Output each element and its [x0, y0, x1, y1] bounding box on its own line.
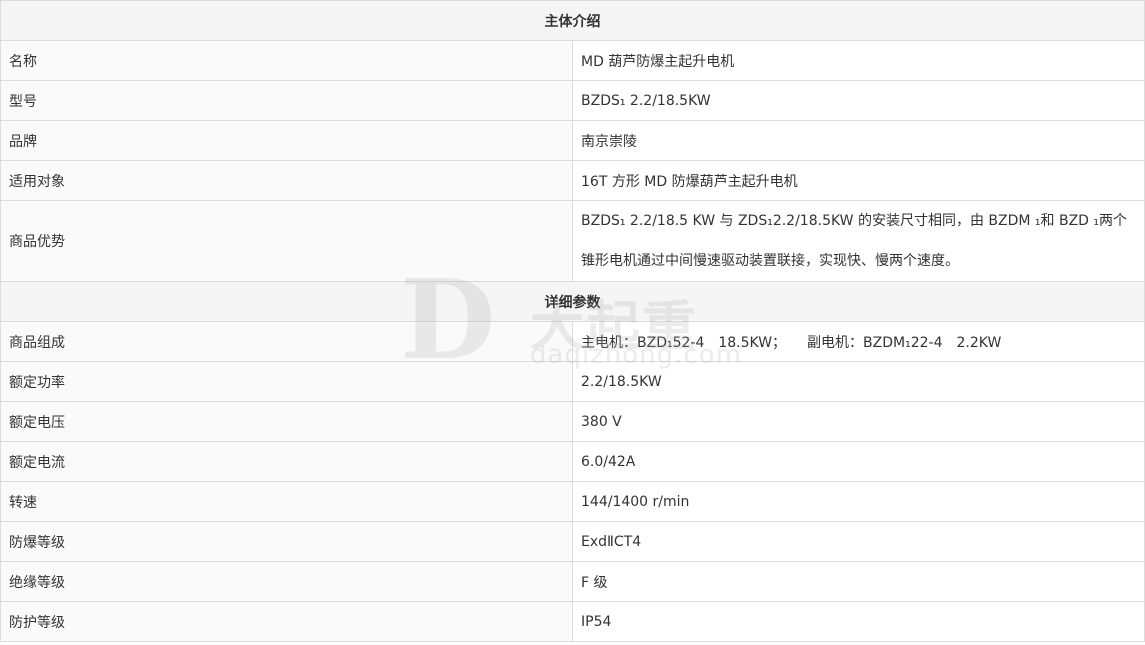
table-row: 商品优势 BZDS₁ 2.2/18.5 KW 与 ZDS₁2.2/18.5KW … [0, 200, 1145, 282]
advantage-text: BZDS₁ 2.2/18.5 KW 与 ZDS₁2.2/18.5KW 的安装尺寸… [581, 213, 1128, 269]
row-label: 绝缘等级 [0, 561, 573, 602]
row-label: 适用对象 [0, 160, 573, 201]
spec-table: 主体介绍 名称 MD 葫芦防爆主起升电机 型号 BZDS₁ 2.2/18.5KW… [0, 0, 1145, 642]
row-label: 商品组成 [0, 321, 573, 362]
table-row: 适用对象 16T 方形 MD 防爆葫芦主起升电机 [0, 160, 1145, 201]
row-label: 额定功率 [0, 361, 573, 402]
row-label: 型号 [0, 80, 573, 121]
row-value: F 级 [572, 561, 1145, 602]
table-row: 额定电流 6.0/42A [0, 441, 1145, 482]
table-row: 防爆等级 ExdⅡCT4 [0, 521, 1145, 562]
section-header-details: 详细参数 [0, 281, 1145, 322]
row-label: 名称 [0, 40, 573, 81]
row-label: 防护等级 [0, 601, 573, 642]
table-row: 绝缘等级 F 级 [0, 561, 1145, 602]
row-value: 144/1400 r/min [572, 481, 1145, 522]
row-label: 品牌 [0, 120, 573, 161]
row-value: BZDS₁ 2.2/18.5 KW 与 ZDS₁2.2/18.5KW 的安装尺寸… [572, 200, 1145, 282]
row-value: 2.2/18.5KW [572, 361, 1145, 402]
table-row: 转速 144/1400 r/min [0, 481, 1145, 522]
row-value: MD 葫芦防爆主起升电机 [572, 40, 1145, 81]
section-header-intro: 主体介绍 [0, 0, 1145, 41]
row-label: 额定电流 [0, 441, 573, 482]
table-row: 额定电压 380 V [0, 401, 1145, 442]
row-label: 额定电压 [0, 401, 573, 442]
row-value: 380 V [572, 401, 1145, 442]
table-row: 名称 MD 葫芦防爆主起升电机 [0, 40, 1145, 81]
row-value: 6.0/42A [572, 441, 1145, 482]
table-row: 防护等级 IP54 [0, 601, 1145, 642]
row-value: 南京崇陵 [572, 120, 1145, 161]
table-row: 商品组成 主电机：BZD₁52-4 18.5KW； 副电机：BZDM₁22-4 … [0, 321, 1145, 362]
row-value: 16T 方形 MD 防爆葫芦主起升电机 [572, 160, 1145, 201]
row-value: ExdⅡCT4 [572, 521, 1145, 562]
row-label: 转速 [0, 481, 573, 522]
table-row: 品牌 南京崇陵 [0, 120, 1145, 161]
row-value: BZDS₁ 2.2/18.5KW [572, 80, 1145, 121]
table-row: 型号 BZDS₁ 2.2/18.5KW [0, 80, 1145, 121]
row-value: IP54 [572, 601, 1145, 642]
row-value: 主电机：BZD₁52-4 18.5KW； 副电机：BZDM₁22-4 2.2KW [572, 321, 1145, 362]
table-row: 额定功率 2.2/18.5KW [0, 361, 1145, 402]
row-label: 防爆等级 [0, 521, 573, 562]
row-label: 商品优势 [0, 200, 573, 282]
